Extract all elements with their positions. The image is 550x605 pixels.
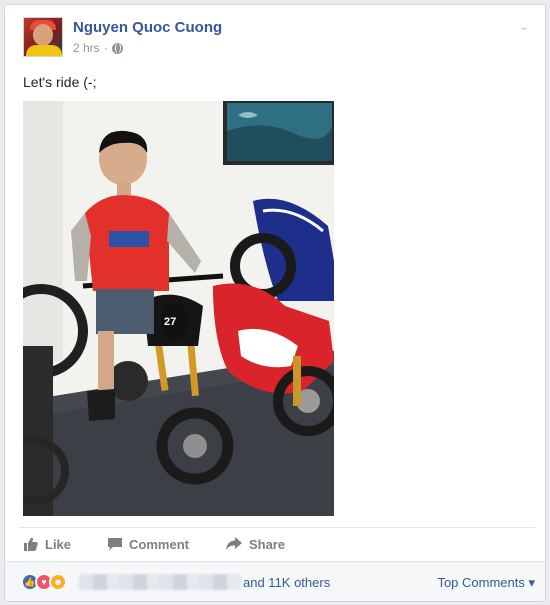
reaction-count[interactable]: and 11K others [243,575,330,590]
share-button[interactable]: Share [225,536,285,552]
share-label: Share [248,536,286,552]
post-card: Nguyen Quoc Cuong 2 hrs · ⌄ Let's ride (… [4,4,546,602]
reaction-icons[interactable]: 👍 ♥ ☻ [21,573,67,591]
comment-icon [108,538,123,551]
action-bar: Like Comment Share [23,536,285,552]
like-button[interactable]: Like [23,536,71,552]
share-icon [225,537,242,550]
post-photo[interactable]: 27 [23,101,334,516]
top-comments-dropdown[interactable]: Top Comments ▾ [437,575,535,591]
meta-separator: · [103,41,108,55]
reactor-names-redacted [79,574,241,590]
reactions-footer: 👍 ♥ ☻ and 11K others Top Comments ▾ [5,561,545,601]
post-meta: 2 hrs · [73,41,123,55]
author-name[interactable]: Nguyen Quoc Cuong [73,19,222,36]
comment-label: Comment [129,536,189,552]
globe-icon[interactable] [111,42,123,54]
author-avatar[interactable] [23,17,63,57]
comment-button[interactable]: Comment [107,536,189,552]
photo-illustration: 27 [23,101,334,516]
avatar-face [33,24,53,46]
svg-text:27: 27 [164,316,176,328]
like-label: Like [45,536,72,552]
post-text: Let's ride (-; [23,74,97,90]
chevron-down-icon[interactable]: ⌄ [519,20,533,32]
avatar-shirt [26,45,62,56]
thumbs-up-icon [24,537,38,551]
post-timestamp[interactable]: 2 hrs [73,41,100,55]
divider [19,527,535,528]
haha-icon: ☻ [49,573,67,591]
